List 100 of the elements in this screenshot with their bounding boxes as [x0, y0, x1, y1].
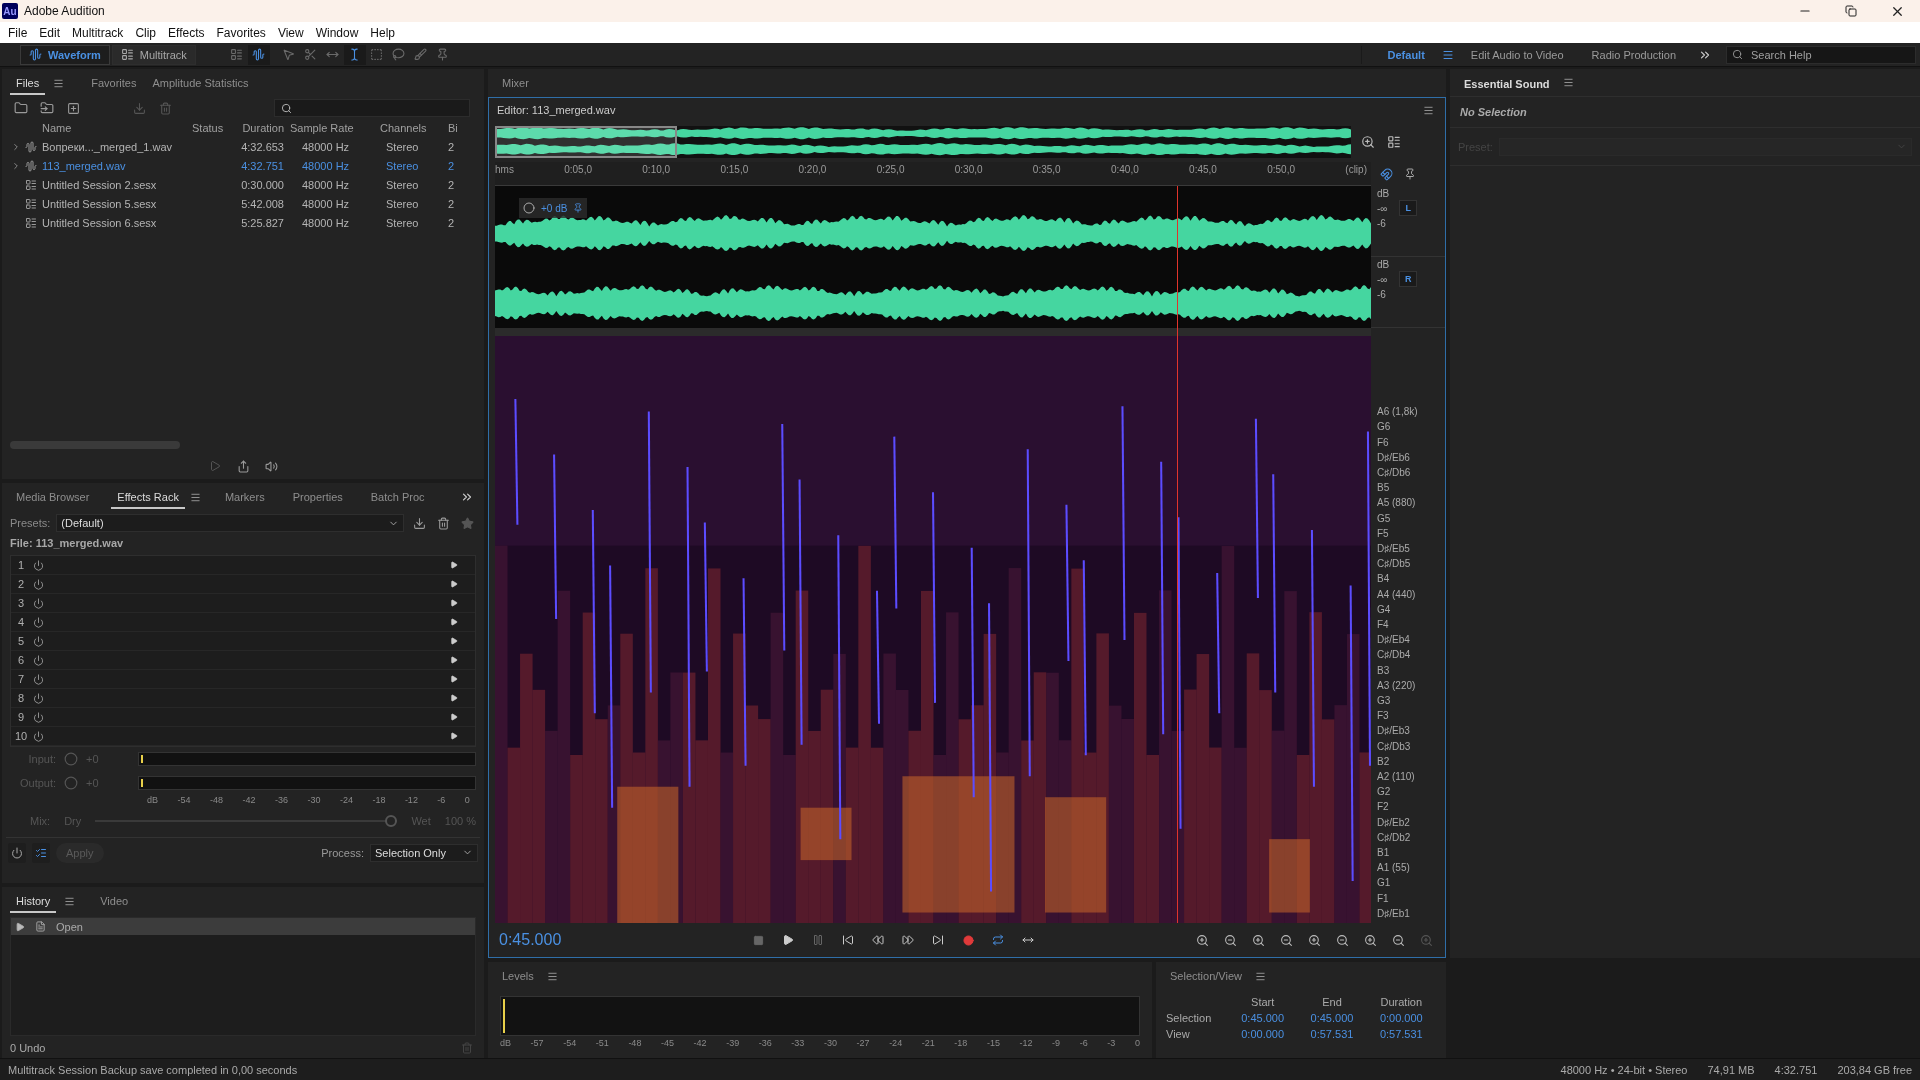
- effect-slot[interactable]: 9: [11, 708, 475, 727]
- razor-tool-icon[interactable]: [304, 48, 318, 61]
- skip-back-icon[interactable]: [842, 934, 854, 946]
- more-icon[interactable]: [460, 490, 474, 504]
- panel-tab[interactable]: Mixer: [496, 71, 535, 95]
- file-row[interactable]: 113_merged.wav 4:32.751 48000 Hz Stereo 2: [2, 156, 484, 175]
- panel-tab[interactable]: Batch Proc: [364, 485, 431, 509]
- effect-slot[interactable]: 7: [11, 670, 475, 689]
- menu-item[interactable]: Window: [309, 25, 365, 40]
- panel-tab[interactable]: Markers: [218, 485, 271, 509]
- marquee-tool-icon[interactable]: [370, 48, 384, 61]
- gain-control[interactable]: +0 dB: [519, 198, 588, 218]
- zoom-out-icon[interactable]: [1391, 933, 1405, 947]
- expand-icon[interactable]: [450, 561, 458, 569]
- panel-tab[interactable]: History: [10, 889, 57, 913]
- power-icon[interactable]: [32, 673, 44, 685]
- expand-icon[interactable]: [450, 713, 458, 721]
- panel-tab[interactable]: Favorites: [85, 71, 143, 95]
- panel-tab[interactable]: Levels: [496, 964, 540, 988]
- power-icon[interactable]: [32, 578, 44, 590]
- playhead-line[interactable]: [1177, 186, 1179, 923]
- import-icon[interactable]: [40, 101, 54, 115]
- effect-slot[interactable]: 6: [11, 651, 475, 670]
- effect-slot[interactable]: 1: [11, 556, 475, 575]
- menu-icon[interactable]: [1563, 77, 1575, 88]
- power-icon[interactable]: [32, 711, 44, 723]
- power-button[interactable]: [8, 842, 26, 863]
- zoom-out-icon[interactable]: [1335, 933, 1349, 947]
- power-icon[interactable]: [32, 692, 44, 704]
- power-icon[interactable]: [32, 616, 44, 628]
- expand-icon[interactable]: [450, 732, 458, 740]
- time-value[interactable]: 0:00.000: [1228, 1028, 1298, 1040]
- power-icon[interactable]: [32, 597, 44, 609]
- waveform-drawing[interactable]: [495, 186, 1371, 328]
- workspace-tab[interactable]: Default: [1373, 48, 1439, 61]
- record-icon[interactable]: [962, 934, 974, 946]
- stop-icon[interactable]: [752, 934, 764, 946]
- menu-item[interactable]: View: [271, 25, 310, 40]
- panel-tab[interactable]: Selection/View: [1164, 964, 1248, 988]
- move-tool-icon[interactable]: [282, 48, 296, 61]
- panel-tab[interactable]: Essential Sound: [1458, 71, 1556, 94]
- channel-button[interactable]: R: [1399, 271, 1418, 287]
- process-dropdown[interactable]: Selection Only: [370, 843, 478, 862]
- mode-button[interactable]: Multitrack: [111, 44, 196, 65]
- effect-slot[interactable]: 5: [11, 632, 475, 651]
- brush-tool-icon[interactable]: [414, 48, 428, 61]
- skip-forward-icon[interactable]: [932, 934, 944, 946]
- menu-item[interactable]: File: [2, 25, 34, 40]
- expand-icon[interactable]: [450, 675, 458, 683]
- time-value[interactable]: 0:57.531: [1366, 1028, 1436, 1040]
- panel-tab[interactable]: Properties: [286, 485, 349, 509]
- effect-slot[interactable]: 8: [11, 689, 475, 708]
- save-preset-icon[interactable]: [412, 516, 426, 530]
- search-field[interactable]: [274, 99, 470, 117]
- expand-icon[interactable]: [450, 580, 458, 588]
- zoom-in-icon[interactable]: [1195, 933, 1209, 947]
- history-item[interactable]: Open: [11, 918, 475, 935]
- file-row[interactable]: Untitled Session 6.sesx 5:25.827 48000 Hz Stereo 2: [2, 213, 484, 232]
- expand-icon[interactable]: [450, 618, 458, 626]
- export-icon[interactable]: [236, 459, 250, 473]
- menu-item[interactable]: Help: [364, 25, 402, 40]
- menu-icon[interactable]: [547, 970, 559, 982]
- zoom-in-icon[interactable]: [1363, 933, 1377, 947]
- menu-icon[interactable]: [52, 77, 64, 89]
- effect-slot[interactable]: 10: [11, 727, 475, 746]
- menu-icon[interactable]: [63, 895, 75, 907]
- panel-tab[interactable]: Media Browser: [10, 485, 96, 509]
- zoom-out-icon[interactable]: [1223, 933, 1237, 947]
- workspace-tab[interactable]: Edit Audio to Video: [1456, 48, 1578, 61]
- power-icon[interactable]: [32, 654, 44, 666]
- snap-icon[interactable]: [1379, 167, 1393, 181]
- menu-item[interactable]: Effects: [162, 25, 211, 40]
- menu-icon[interactable]: [1441, 48, 1454, 61]
- menu-icon[interactable]: [190, 491, 202, 503]
- menu-icon[interactable]: [1422, 104, 1434, 116]
- zoom-icon[interactable]: [1361, 135, 1375, 149]
- expand-icon[interactable]: [450, 599, 458, 607]
- zoom-out-icon[interactable]: [1279, 933, 1293, 947]
- lasso-tool-icon[interactable]: [392, 48, 406, 61]
- list-icon[interactable]: [1387, 135, 1401, 149]
- panel-tab[interactable]: Video: [94, 889, 135, 913]
- expand-icon[interactable]: [450, 656, 458, 664]
- volume-icon[interactable]: [264, 459, 278, 473]
- effect-slot[interactable]: 3: [11, 594, 475, 613]
- time-value[interactable]: 0:45.000: [1228, 1012, 1298, 1024]
- expand-icon[interactable]: [450, 637, 458, 645]
- panel-tab[interactable]: Effects Rack: [111, 485, 185, 509]
- zoom-in-icon[interactable]: [1251, 933, 1265, 947]
- power-icon[interactable]: [32, 730, 44, 742]
- list-button[interactable]: [32, 842, 50, 863]
- workspace-tab[interactable]: Radio Production: [1577, 48, 1690, 61]
- menu-item[interactable]: Edit: [33, 25, 67, 40]
- menu-item[interactable]: Clip: [129, 25, 163, 40]
- loop-icon[interactable]: [992, 934, 1004, 946]
- time-value[interactable]: 0:57.531: [1297, 1028, 1367, 1040]
- power-icon[interactable]: [32, 559, 44, 571]
- spectral-display-icon[interactable]: [230, 48, 244, 61]
- panel-tab[interactable]: Files: [10, 71, 46, 95]
- rewind-icon[interactable]: [872, 934, 884, 946]
- presets-dropdown[interactable]: (Default): [56, 514, 404, 532]
